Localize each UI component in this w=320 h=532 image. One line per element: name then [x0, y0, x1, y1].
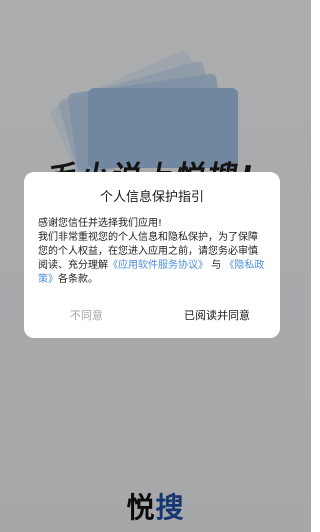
disagree-button[interactable]: 不同意: [70, 304, 103, 328]
dialog-suffix: 各条款。: [58, 274, 98, 285]
dialog-actions: 不同意 已阅读并同意: [24, 304, 280, 328]
dialog-conjunction: 与: [211, 260, 222, 271]
app-screen: 毛小说上悦搜! 悦搜 个人信息保护指引 感谢您信任并选择我们应用! 我们非常重视…: [0, 0, 311, 532]
dialog-body: 感谢您信任并选择我们应用! 我们非常重视您的个人信息和隐私保护，为了保障您的个人…: [38, 217, 266, 287]
service-agreement-link[interactable]: 《应用软件服务协议》: [108, 260, 208, 271]
dialog-message: 我们非常重视您的个人信息和隐私保护，为了保障您的个人权益，在您进入应用之前，请您…: [38, 231, 266, 287]
privacy-dialog: 个人信息保护指引 感谢您信任并选择我们应用! 我们非常重视您的个人信息和隐私保护…: [24, 172, 280, 338]
dialog-greeting: 感谢您信任并选择我们应用!: [38, 218, 163, 229]
agree-button[interactable]: 已阅读并同意: [184, 304, 250, 328]
dialog-title: 个人信息保护指引: [99, 190, 204, 205]
